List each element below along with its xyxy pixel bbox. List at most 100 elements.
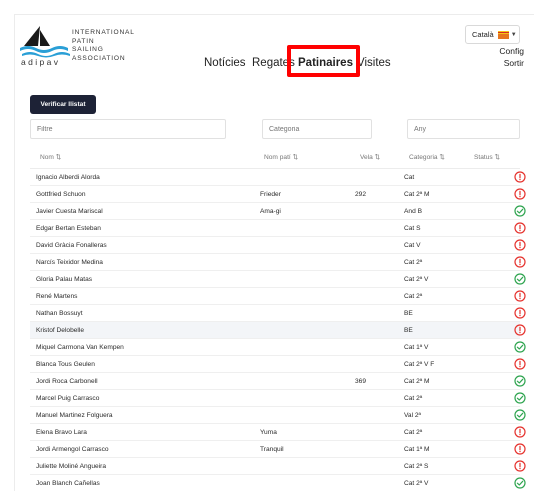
cell-category: And B — [404, 208, 422, 215]
cell-category: Cat 2ª V F — [404, 361, 435, 368]
nav-noticies[interactable]: Notícies — [204, 56, 246, 70]
cell-sail-number: 292 — [355, 191, 367, 198]
cell-name: Blanca Tous Geulen — [36, 361, 95, 368]
table-row[interactable]: Narcís Teixidor Medina Cat 2ª — [30, 254, 526, 271]
cell-category: Cat V — [404, 242, 421, 249]
table-row[interactable]: Gloria Palau Matas Cat 2ª V — [30, 271, 526, 288]
check-circle-icon — [514, 392, 526, 404]
verify-list-button[interactable]: Verificar llistat — [30, 95, 96, 114]
table-row[interactable]: Kristof Delobelle BE — [30, 322, 526, 339]
cell-boat-name: Frieder — [260, 191, 281, 198]
cell-category: Cat 2ª S — [404, 463, 429, 470]
nav-patinaires[interactable]: Patinaires — [298, 56, 353, 70]
table-header: Nom ⇅ Nom patí ⇅ Vela ⇅ Categoria ⇅ Stat… — [30, 145, 520, 169]
table-row[interactable]: Gottfried Schuon Frieder 292 Cat 2ª M — [30, 186, 526, 203]
check-circle-icon — [514, 273, 526, 285]
language-select[interactable]: Català ▼ — [465, 25, 520, 44]
column-header-name[interactable]: Nom ⇅ — [40, 153, 61, 161]
cell-name: Elena Bravo Lara — [36, 429, 87, 436]
cell-category: Cat 2ª — [404, 259, 423, 266]
exclamation-circle-icon — [514, 460, 526, 472]
cell-category: Cat 2ª M — [404, 191, 430, 198]
check-circle-icon — [514, 409, 526, 421]
cell-category: Cat 2ª — [404, 429, 423, 436]
cell-category: Val 2ª — [404, 412, 421, 419]
cell-category: Cat 2ª — [404, 293, 423, 300]
cell-category: Cat 2ª M — [404, 378, 430, 385]
cell-category: Cat 1ª V — [404, 344, 429, 351]
year-filter-input[interactable] — [407, 119, 520, 139]
cell-name: Kristof Delobelle — [36, 327, 85, 334]
table-row[interactable]: Juliette Moliné Angueira Cat 2ª S — [30, 458, 526, 475]
cell-name: Gottfried Schuon — [36, 191, 86, 198]
exclamation-circle-icon — [514, 222, 526, 234]
cell-name: Narcís Teixidor Medina — [36, 259, 103, 266]
cell-name: David Gràcia Fonalleras — [36, 242, 107, 249]
table-row[interactable]: Jordi Roca Carbonell 369 Cat 2ª M — [30, 373, 526, 390]
exclamation-circle-icon — [514, 239, 526, 251]
cell-name: Jordi Armengol Carrasco — [36, 446, 109, 453]
cell-category: Cat S — [404, 225, 421, 232]
cell-name: Miquel Carmona Van Kempen — [36, 344, 124, 351]
sailboat-logo-icon — [20, 26, 70, 58]
check-circle-icon — [514, 375, 526, 387]
cell-name: Gloria Palau Matas — [36, 276, 93, 283]
cell-category: Cat 2ª V — [404, 276, 429, 283]
catalan-flag-icon — [497, 30, 509, 39]
category-filter-input[interactable] — [262, 119, 372, 139]
table-row[interactable]: Ignacio Alberdi Alorda Cat — [30, 169, 526, 186]
table-row[interactable]: Javier Cuesta Mariscal Ama-gi And B — [30, 203, 526, 220]
language-label: Català — [472, 30, 494, 39]
logo-wordmark: adipav — [21, 57, 61, 67]
table-row[interactable]: Marcel Puig Carrasco Cat 2ª — [30, 390, 526, 407]
cell-sail-number: 369 — [355, 378, 367, 385]
table-row[interactable]: Joan Blanch Cañellas Cat 2ª V — [30, 475, 526, 491]
cell-name: Manuel Martinez Folguera — [36, 412, 113, 419]
cell-name: Jordi Roca Carbonell — [36, 378, 98, 385]
exclamation-circle-icon — [514, 290, 526, 302]
cell-name: Javier Cuesta Mariscal — [36, 208, 103, 215]
exclamation-circle-icon — [514, 443, 526, 455]
exclamation-circle-icon — [514, 307, 526, 319]
column-header-category[interactable]: Categoria ⇅ — [409, 153, 445, 161]
exclamation-circle-icon — [514, 358, 526, 370]
table-row[interactable]: Edgar Bertan Esteban Cat S — [30, 220, 526, 237]
check-circle-icon — [514, 341, 526, 353]
config-link[interactable]: Config — [499, 46, 524, 56]
cell-category: BE — [404, 327, 413, 334]
cell-category: Cat 2ª V — [404, 480, 429, 487]
check-circle-icon — [514, 205, 526, 217]
cell-boat-name: Ama-gi — [260, 208, 281, 215]
table-row[interactable]: Nathan Bossuyt BE — [30, 305, 526, 322]
table-row[interactable]: René Martens Cat 2ª — [30, 288, 526, 305]
cell-name: René Martens — [36, 293, 78, 300]
logout-link[interactable]: Sortir — [504, 58, 524, 68]
table-row[interactable]: David Gràcia Fonalleras Cat V — [30, 237, 526, 254]
cell-name: Marcel Puig Carrasco — [36, 395, 100, 402]
name-filter-input[interactable] — [30, 119, 226, 139]
cell-name: Juliette Moliné Angueira — [36, 463, 107, 470]
logo-org-text: INTERNATIONAL PATIN SAILING ASSOCIATION — [72, 29, 135, 62]
cell-boat-name: Yuma — [260, 429, 277, 436]
sailors-table: Nom ⇅ Nom patí ⇅ Vela ⇅ Categoria ⇅ Stat… — [30, 145, 526, 491]
exclamation-circle-icon — [514, 188, 526, 200]
table-row[interactable]: Manuel Martinez Folguera Val 2ª — [30, 407, 526, 424]
table-row[interactable]: Blanca Tous Geulen Cat 2ª V F — [30, 356, 526, 373]
cell-category: Cat 1ª M — [404, 446, 430, 453]
exclamation-circle-icon — [514, 426, 526, 438]
nav-visites[interactable]: Visites — [357, 56, 391, 70]
exclamation-circle-icon — [514, 324, 526, 336]
chevron-down-icon: ▼ — [510, 31, 517, 38]
nav-regates[interactable]: Regates — [252, 56, 295, 70]
check-circle-icon — [514, 477, 526, 489]
column-header-vela[interactable]: Vela ⇅ — [360, 153, 380, 161]
table-row[interactable]: Elena Bravo Lara Yuma Cat 2ª — [30, 424, 526, 441]
column-header-pati[interactable]: Nom patí ⇅ — [264, 153, 298, 161]
cell-name: Ignacio Alberdi Alorda — [36, 174, 100, 181]
column-header-status[interactable]: Status ⇅ — [474, 153, 500, 161]
cell-name: Joan Blanch Cañellas — [36, 480, 100, 487]
table-row[interactable]: Jordi Armengol Carrasco Tranquil Cat 1ª M — [30, 441, 526, 458]
table-row[interactable]: Miquel Carmona Van Kempen Cat 1ª V — [30, 339, 526, 356]
cell-name: Edgar Bertan Esteban — [36, 225, 101, 232]
exclamation-circle-icon — [514, 171, 526, 183]
